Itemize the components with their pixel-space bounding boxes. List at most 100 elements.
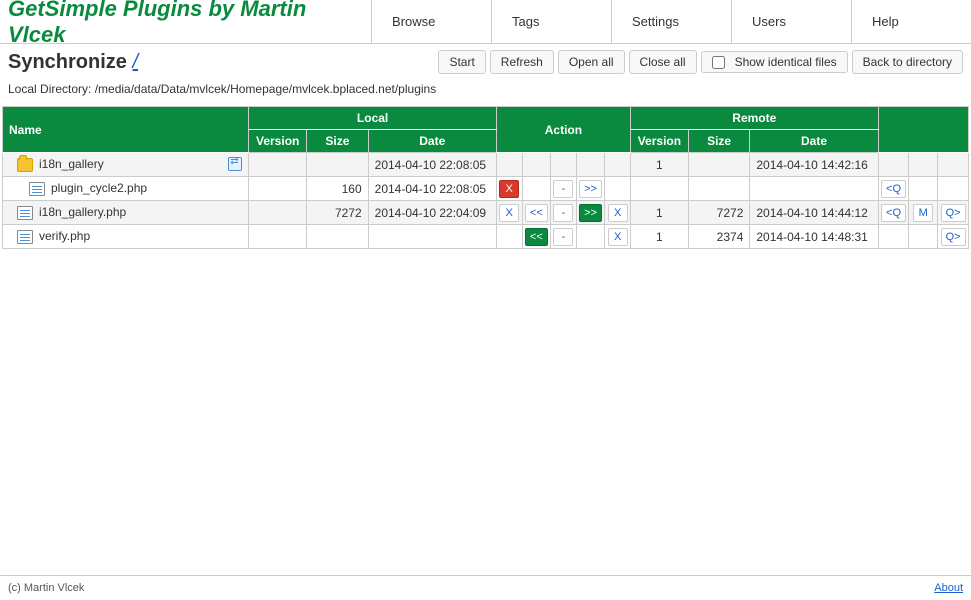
- name-cell[interactable]: plugin_cycle2.php: [3, 177, 249, 201]
- item-name: verify.php: [39, 229, 90, 243]
- remote-version: 1: [630, 153, 688, 177]
- action-skip-cell: [551, 153, 577, 177]
- action-queue-left[interactable]: <Q: [881, 204, 906, 222]
- action-queue-right[interactable]: Q>: [941, 204, 966, 222]
- local-size: [307, 153, 369, 177]
- action-queue-left-cell: [878, 225, 909, 249]
- action-merge-cell: [909, 177, 938, 201]
- action-queue-right-cell: Q>: [938, 225, 969, 249]
- item-name: plugin_cycle2.php: [51, 181, 147, 195]
- page-title-text: Synchronize: [8, 51, 127, 73]
- nav-tags[interactable]: Tags: [491, 0, 611, 43]
- action-merge[interactable]: M: [913, 204, 933, 222]
- action-copy-right[interactable]: >>: [579, 180, 602, 198]
- sync-table: Name Local Action Remote Version Size Da…: [2, 106, 969, 249]
- copyright: (c) Martin Vlcek: [8, 582, 84, 594]
- local-version: [249, 153, 307, 177]
- show-identical-checkbox[interactable]: [712, 56, 725, 69]
- close-all-button[interactable]: Close all: [629, 50, 697, 74]
- open-all-button[interactable]: Open all: [558, 50, 625, 74]
- about-link[interactable]: About: [934, 582, 963, 594]
- action-copy-right-cell: >>: [576, 177, 605, 201]
- nav-settings[interactable]: Settings: [611, 0, 731, 43]
- action-merge-cell: [909, 153, 938, 177]
- sync-icon[interactable]: [228, 157, 242, 171]
- remote-date: 2014-04-10 14:48:31: [750, 225, 878, 249]
- action-skip[interactable]: -: [553, 228, 573, 246]
- footer: (c) Martin Vlcek About: [0, 575, 971, 600]
- action-skip[interactable]: -: [553, 180, 573, 198]
- name-cell[interactable]: verify.php: [3, 225, 249, 249]
- action-delete-local-cell: [496, 153, 522, 177]
- main-nav: Browse Tags Settings Users Help: [371, 0, 971, 43]
- remote-size: 2374: [688, 225, 750, 249]
- local-version: [249, 201, 307, 225]
- app-header: GetSimple Plugins by Martin Vlcek Browse…: [0, 0, 971, 44]
- back-button[interactable]: Back to directory: [852, 50, 963, 74]
- col-remote-version: Version: [630, 130, 688, 153]
- remote-date: [750, 177, 878, 201]
- action-delete-local-cell: [496, 225, 522, 249]
- action-queue-right[interactable]: Q>: [941, 228, 966, 246]
- col-group-remote: Remote: [630, 107, 878, 130]
- action-delete-local[interactable]: X: [499, 204, 519, 222]
- col-name: Name: [3, 107, 249, 153]
- nav-users[interactable]: Users: [731, 0, 851, 43]
- action-queue-left-cell: <Q: [878, 177, 909, 201]
- start-button[interactable]: Start: [438, 50, 485, 74]
- action-copy-right-cell: >>: [576, 201, 605, 225]
- action-delete-remote[interactable]: X: [608, 204, 628, 222]
- show-identical-label: Show identical files: [735, 55, 837, 69]
- action-merge-cell: M: [909, 201, 938, 225]
- path-root-link[interactable]: /: [132, 51, 138, 73]
- action-copy-left-cell: [522, 177, 551, 201]
- table-row: plugin_cycle2.php1602014-04-10 22:08:05X…: [3, 177, 969, 201]
- action-copy-right-cell: [576, 153, 605, 177]
- local-size: [307, 225, 369, 249]
- action-copy-right-cell: [576, 225, 605, 249]
- action-queue-right-cell: [938, 177, 969, 201]
- col-local-date: Date: [368, 130, 496, 153]
- col-group-action: Action: [496, 107, 630, 153]
- toolbar: Start Refresh Open all Close all Show id…: [434, 50, 963, 74]
- col-group-local: Local: [249, 107, 497, 130]
- local-date: 2014-04-10 22:04:09: [368, 201, 496, 225]
- action-copy-right[interactable]: >>: [579, 204, 602, 222]
- item-name: i18n_gallery.php: [39, 205, 126, 219]
- remote-size: 7272: [688, 201, 750, 225]
- action-delete-remote-cell: [605, 153, 631, 177]
- action-delete-remote-cell: [605, 177, 631, 201]
- local-size: 7272: [307, 201, 369, 225]
- action-queue-left[interactable]: <Q: [881, 180, 906, 198]
- item-name: i18n_gallery: [39, 157, 104, 171]
- file-icon: [17, 206, 33, 220]
- action-skip[interactable]: -: [553, 204, 573, 222]
- action-queue-right-cell: Q>: [938, 201, 969, 225]
- action-delete-local[interactable]: X: [499, 180, 519, 198]
- refresh-button[interactable]: Refresh: [490, 50, 554, 74]
- remote-date: 2014-04-10 14:44:12: [750, 201, 878, 225]
- nav-help[interactable]: Help: [851, 0, 971, 43]
- action-skip-cell: -: [551, 225, 577, 249]
- table-row: i18n_gallery 2014-04-10 22:08:05 1 2014-04-…: [3, 153, 969, 177]
- action-delete-local-cell: X: [496, 177, 522, 201]
- local-date: 2014-04-10 22:08:05: [368, 153, 496, 177]
- action-skip-cell: -: [551, 177, 577, 201]
- remote-version: 1: [630, 201, 688, 225]
- remote-date: 2014-04-10 14:42:16: [750, 153, 878, 177]
- remote-size: [688, 177, 750, 201]
- remote-version: 1: [630, 225, 688, 249]
- name-cell[interactable]: i18n_gallery.php: [3, 201, 249, 225]
- action-delete-remote[interactable]: X: [608, 228, 628, 246]
- action-skip-cell: -: [551, 201, 577, 225]
- show-identical-toggle[interactable]: Show identical files: [701, 51, 848, 73]
- name-cell[interactable]: i18n_gallery: [3, 153, 249, 177]
- remote-size: [688, 153, 750, 177]
- nav-browse[interactable]: Browse: [371, 0, 491, 43]
- remote-version: [630, 177, 688, 201]
- local-directory-label: Local Directory: /media/data/Data/mvlcek…: [0, 80, 971, 106]
- table-row: i18n_gallery.php72722014-04-10 22:04:09X…: [3, 201, 969, 225]
- action-copy-left[interactable]: <<: [525, 204, 548, 222]
- local-version: [249, 177, 307, 201]
- action-copy-left[interactable]: <<: [525, 228, 548, 246]
